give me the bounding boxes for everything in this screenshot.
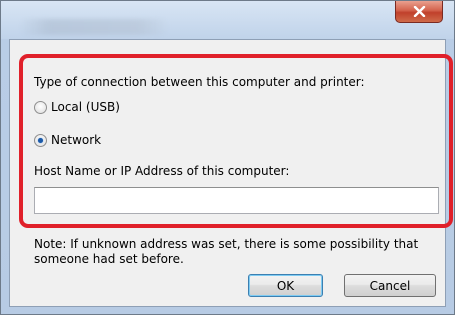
radio-label-local[interactable]: Local (USB) (51, 100, 120, 114)
host-address-label: Host Name or IP Address of this computer… (34, 164, 290, 178)
dialog-title-blurred (19, 19, 169, 35)
radio-selected-dot (38, 138, 43, 143)
close-button[interactable] (395, 1, 443, 23)
radio-label-network[interactable]: Network (51, 133, 101, 147)
ok-button[interactable]: OK (248, 274, 323, 297)
note-line-1: Note: If unknown address was set, there … (34, 237, 419, 251)
radio-button-network[interactable] (34, 134, 47, 147)
radio-button-local[interactable] (34, 101, 47, 114)
connection-type-label: Type of connection between this computer… (34, 75, 365, 89)
host-address-input[interactable] (34, 187, 439, 214)
note-line-2: someone had set before. (34, 252, 184, 266)
title-bar[interactable] (1, 1, 454, 39)
cancel-button[interactable]: Cancel (344, 274, 436, 297)
close-icon (413, 6, 425, 17)
